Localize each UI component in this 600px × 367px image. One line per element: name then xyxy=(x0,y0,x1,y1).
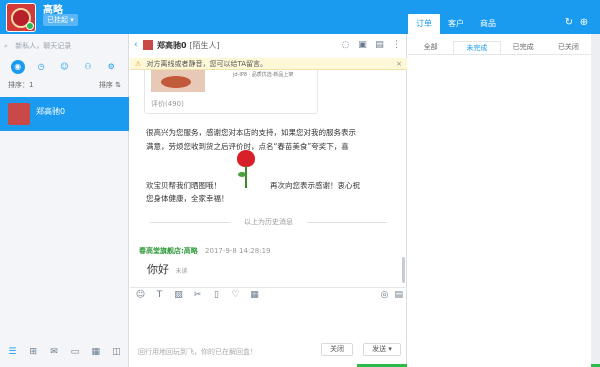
back-icon[interactable]: ‹ xyxy=(134,40,138,50)
image-icon[interactable]: ▨ xyxy=(173,290,184,300)
quick-reply-icon[interactable]: ◎ xyxy=(381,290,389,300)
tab-closed-orders[interactable]: 已关闭 xyxy=(546,41,591,54)
chat-bubble-icon[interactable]: ◌ xyxy=(340,39,351,51)
online-check-icon xyxy=(26,22,34,30)
input-toolbar: ☺ T ▨ ✂ ▯ ♡ ▦ ◎ ▤ xyxy=(130,287,407,303)
message-bubble: 你好 未读 xyxy=(147,261,188,277)
chevron-down-icon: ▾ xyxy=(388,345,392,353)
status-dropdown[interactable]: 已挂起 ▾ xyxy=(43,14,78,26)
window-edge xyxy=(591,34,600,367)
card-text: jd-IP8 · 品质优选·新品上架 xyxy=(233,72,294,78)
warning-icon: ⚠ xyxy=(135,60,142,68)
contact-name: 郑高驰0 xyxy=(36,107,66,116)
groups-icon[interactable]: ⚇ xyxy=(81,60,95,74)
sender-name: 春高堂旗舰店:高略 xyxy=(139,247,198,255)
read-status: 未读 xyxy=(175,268,188,275)
top-bar: 高略 已挂起 ▾ 订单 客户 商品 ↻ ⊕ xyxy=(0,0,600,34)
contacts-icon[interactable]: ☺ xyxy=(57,60,71,74)
message-text: 你好 xyxy=(147,263,169,276)
chat-header-icons: ◌ ▣ ▤ ⋮ xyxy=(340,39,402,51)
more-icon[interactable]: ⋮ xyxy=(391,39,402,51)
chat-tag: [陌生人] xyxy=(189,41,220,50)
phone-icon[interactable]: ▯ xyxy=(211,290,222,300)
rose-emoji-icon xyxy=(234,150,258,190)
sort-label: 排序：1 xyxy=(8,81,34,89)
send-label: 发送 xyxy=(372,345,387,353)
message-time: 2017-9-8 14:28:19 xyxy=(205,247,271,255)
order-status-tabs: 全部 未完成 已完成 已关闭 xyxy=(408,41,591,55)
orders-panel: 全部 未完成 已完成 已关闭 xyxy=(408,34,591,367)
offline-notice: ⚠ 对方离线或者静音，您可以给TA留言。 × xyxy=(130,58,407,70)
tab-orders[interactable]: 订单 xyxy=(408,14,440,34)
scrollbar[interactable] xyxy=(402,257,405,283)
org-chart-icon[interactable]: ⚙ xyxy=(104,60,118,74)
favorite-icon[interactable]: ♡ xyxy=(230,290,241,300)
sort-toggle[interactable]: 排序 ⇅ xyxy=(99,80,121,90)
close-icon[interactable]: × xyxy=(396,58,402,70)
refresh-icon[interactable]: ↻ xyxy=(563,17,575,29)
chat-header: ‹ 郑高驰0 [陌生人] ◌ ▣ ▤ ⋮ xyxy=(130,34,407,58)
mail-icon[interactable]: ✉ xyxy=(48,347,60,357)
message-input[interactable]: 回行用地回玩到飞，你的已在解回盒！ xyxy=(138,347,257,357)
message-line: 很高兴为您服务，感谢您对本店的支持，如果您对我的服务表示 xyxy=(146,128,356,137)
status-label: 已挂起 xyxy=(47,16,68,24)
chat-name: 郑高驰0 xyxy=(157,41,187,50)
search-icon: ⌕ xyxy=(4,42,8,50)
message-line: 再次向您表示感谢！衷心祝 xyxy=(270,181,360,190)
search-input[interactable]: ⌕ 新私人，聊天记录 xyxy=(4,39,124,53)
folder-icon[interactable]: ▭ xyxy=(69,347,81,357)
account-avatar[interactable] xyxy=(6,3,36,32)
add-icon[interactable]: ⊕ xyxy=(578,17,590,29)
notice-text: 对方离线或者静音，您可以给TA留言。 xyxy=(146,60,268,68)
search-placeholder: 新私人，聊天记录 xyxy=(15,42,72,50)
tab-incomplete-orders[interactable]: 未完成 xyxy=(453,41,501,54)
message-line: 您身体健康，全家幸福！ xyxy=(146,194,229,203)
close-button[interactable]: 关闭 xyxy=(321,343,353,356)
tab-completed-orders[interactable]: 已完成 xyxy=(501,41,546,54)
menu-icon[interactable]: ☰ xyxy=(6,347,18,357)
tab-customers[interactable]: 客户 xyxy=(440,14,472,34)
contact-avatar xyxy=(8,103,30,125)
calendar-icon[interactable]: ▦ xyxy=(249,290,260,300)
font-icon[interactable]: T xyxy=(154,290,165,300)
review-count: 评价(490) xyxy=(151,100,184,108)
history-icon[interactable]: ◷ xyxy=(34,60,48,74)
tab-all-orders[interactable]: 全部 xyxy=(408,41,453,54)
message-meta: 春高堂旗舰店:高略 2017-9-8 14:28:19 xyxy=(139,246,270,256)
history-label: 以上为历史消息 xyxy=(244,218,293,226)
chat-avatar xyxy=(143,40,153,50)
plugin-icon[interactable]: ⊞ xyxy=(27,347,39,357)
contact-filter-bar: ◉ ◷ ☺ ⚇ ⚙ xyxy=(0,60,129,78)
emoji-icon[interactable]: ☺ xyxy=(135,290,146,300)
message-line: 欢宝贝帮我们晒图哦！ xyxy=(146,181,221,190)
shop-icon[interactable]: ▦ xyxy=(90,347,102,357)
window-icon[interactable]: ◫ xyxy=(111,347,123,357)
top-icons: ↻ ⊕ xyxy=(563,17,590,29)
right-tab-bar: 订单 客户 商品 xyxy=(408,14,504,34)
product-thumbnail xyxy=(151,70,205,92)
contacts-panel: ⌕ 新私人，聊天记录 ◉ ◷ ☺ ⚇ ⚙ 排序：1 排序 ⇅ 郑高驰0 ☰ ⊞ … xyxy=(0,34,129,367)
sort-row: 排序：1 排序 ⇅ xyxy=(0,80,129,94)
history-divider: 以上为历史消息 xyxy=(130,217,407,227)
product-card[interactable]: jd-IP8 · 品质优选·新品上架 评价(490) xyxy=(144,70,318,114)
send-button[interactable]: 发送 ▾ xyxy=(363,343,401,356)
scissors-icon[interactable]: ✂ xyxy=(192,290,203,300)
recent-chats-icon[interactable]: ◉ xyxy=(10,60,25,74)
clipboard-icon[interactable]: ▤ xyxy=(394,290,403,300)
chevron-down-icon: ▾ xyxy=(70,16,74,24)
left-bottom-bar: ☰ ⊞ ✉ ▭ ▦ ◫ xyxy=(0,336,129,367)
video-icon[interactable]: ▣ xyxy=(357,39,368,51)
chat-title: 郑高驰0 [陌生人] xyxy=(157,40,220,51)
contact-item[interactable]: 郑高驰0 xyxy=(0,97,129,131)
tab-products[interactable]: 商品 xyxy=(472,14,504,34)
screen-share-icon[interactable]: ▤ xyxy=(374,39,385,51)
chat-panel: ‹ 郑高驰0 [陌生人] ◌ ▣ ▤ ⋮ ⚠ 对方离线或者静音，您可以给TA留言… xyxy=(130,34,407,367)
